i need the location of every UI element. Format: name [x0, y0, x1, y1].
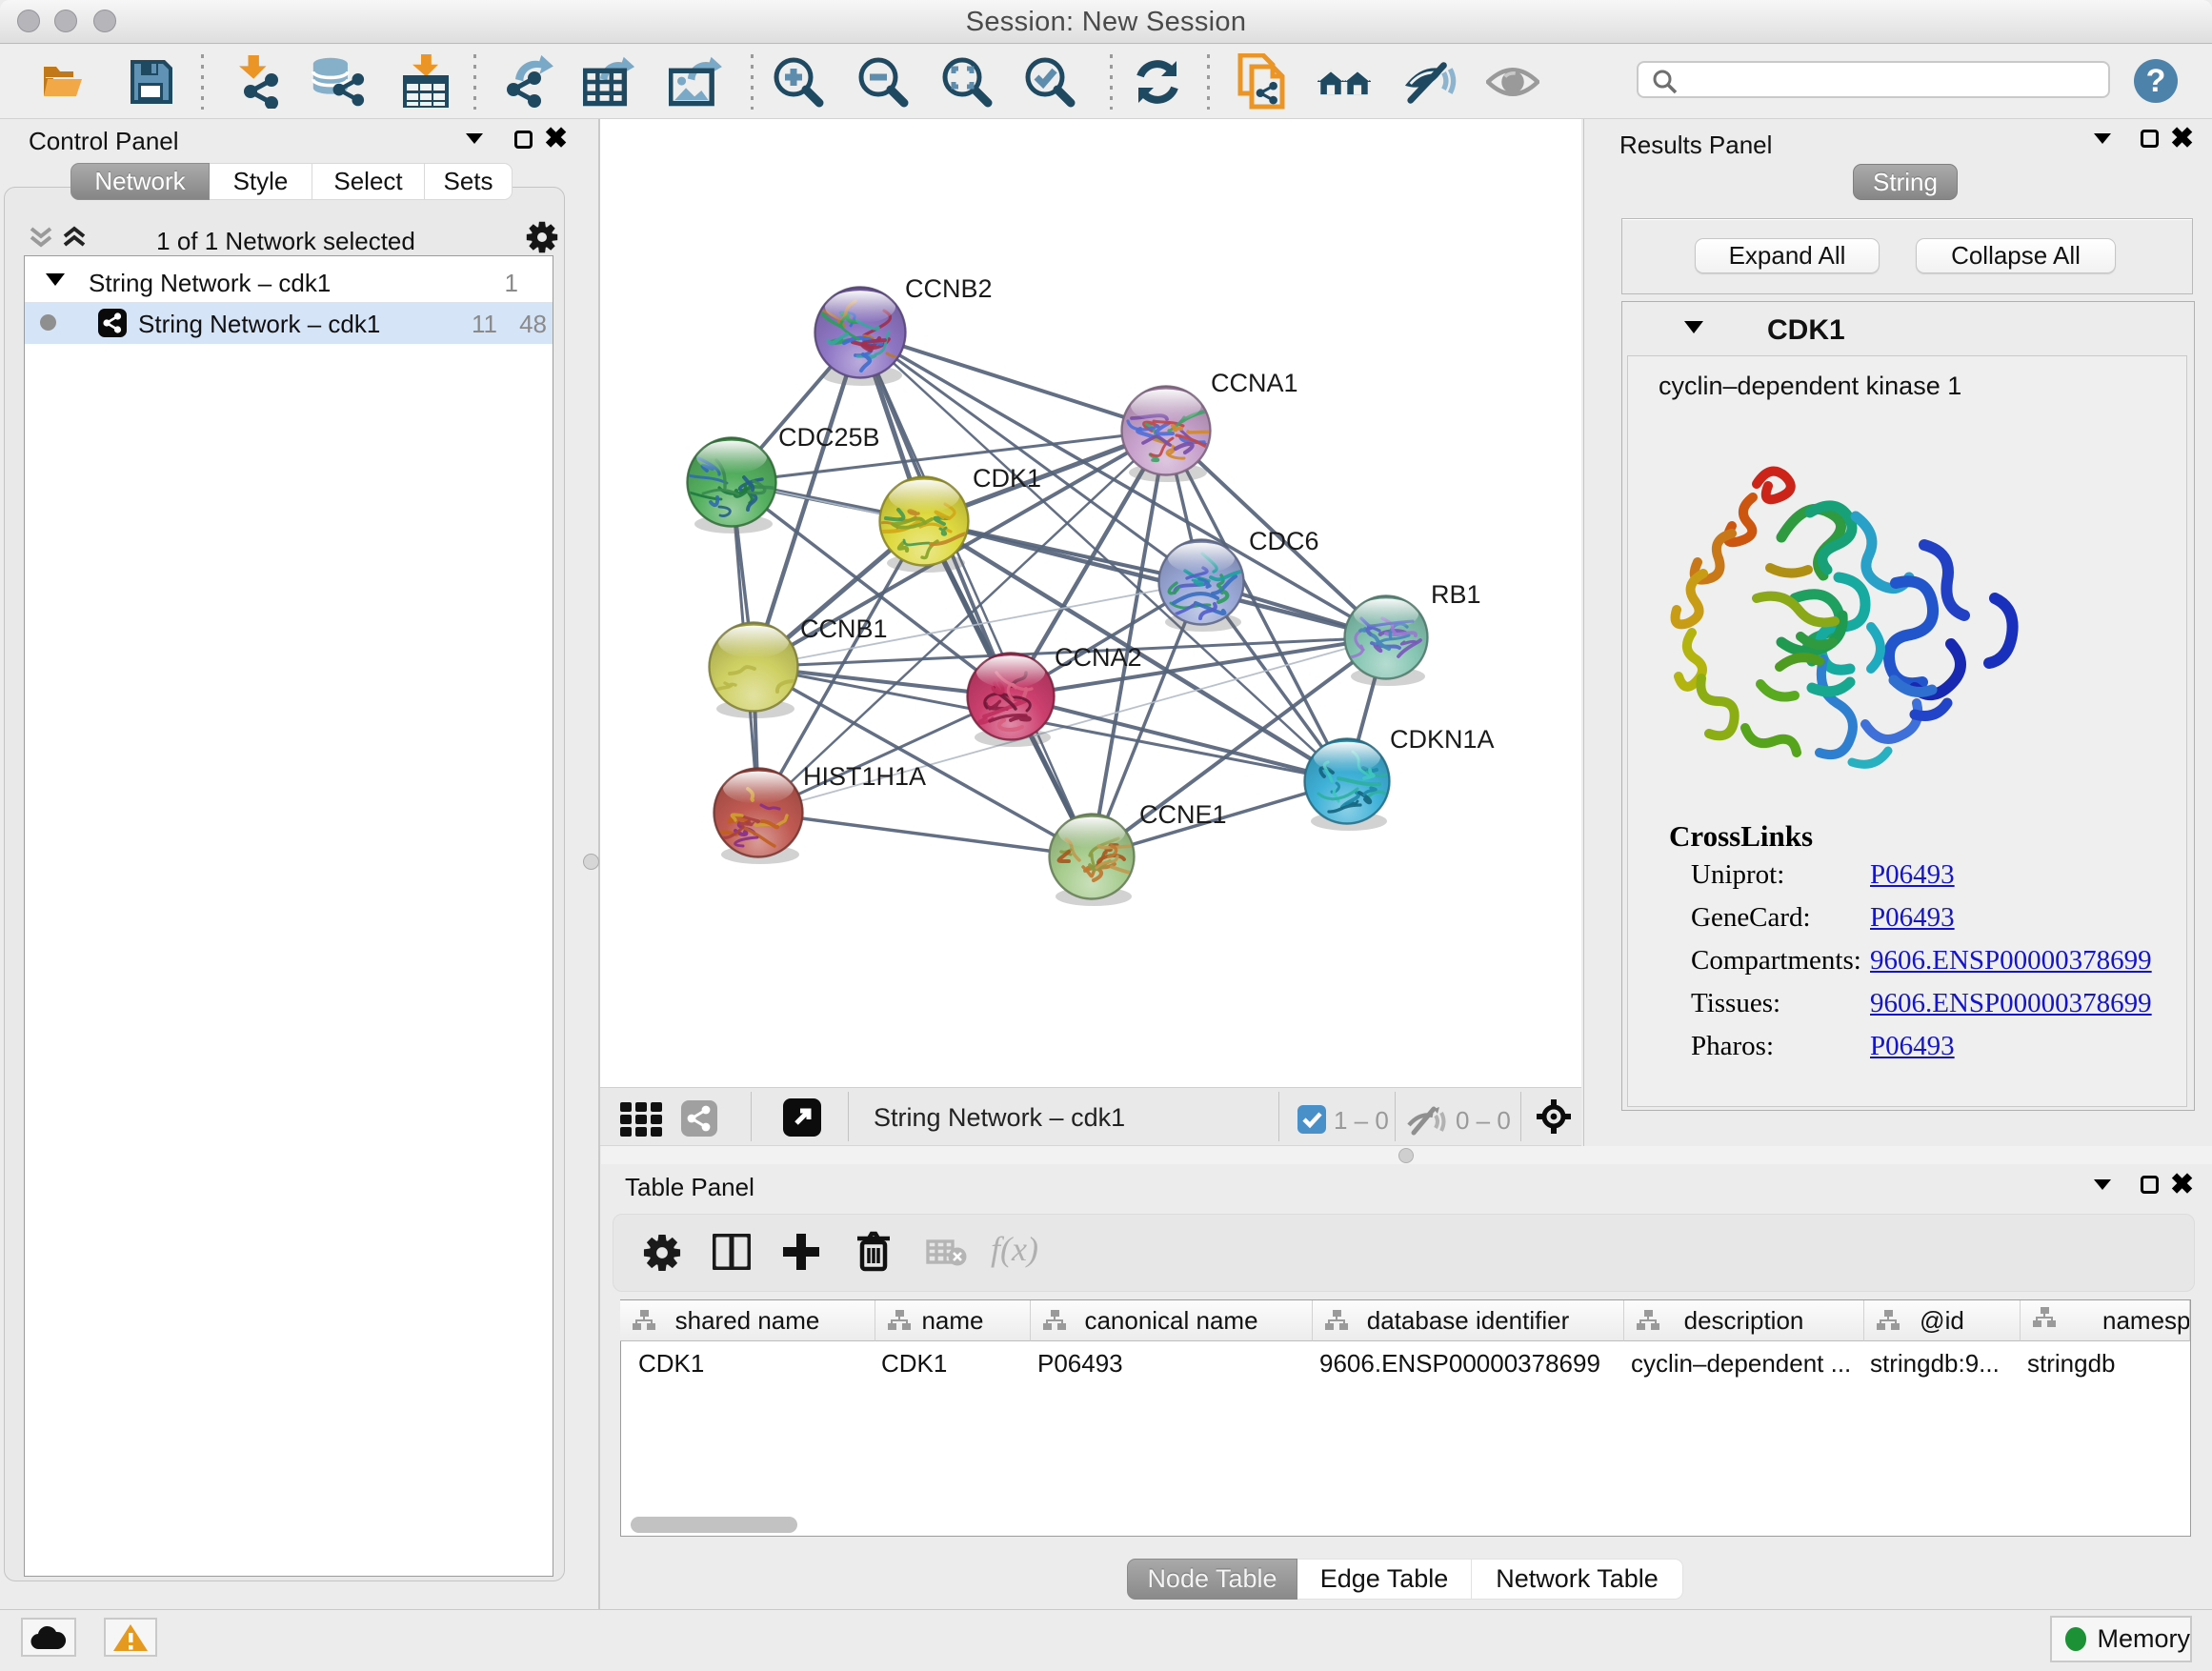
svg-text:CDC25B: CDC25B: [778, 423, 880, 452]
svg-text:?: ?: [2146, 63, 2166, 99]
svg-text:CDC6: CDC6: [1249, 527, 1319, 555]
svg-text:CCNE1: CCNE1: [1139, 800, 1227, 829]
svg-text:CCNA1: CCNA1: [1211, 369, 1298, 397]
svg-text:CDK1: CDK1: [973, 464, 1041, 493]
svg-text:HIST1H1A: HIST1H1A: [803, 762, 926, 791]
svg-text:RB1: RB1: [1431, 580, 1481, 609]
svg-text:CCNA2: CCNA2: [1055, 643, 1142, 672]
svg-text:CDKN1A: CDKN1A: [1390, 725, 1495, 754]
svg-text:CCNB2: CCNB2: [905, 274, 993, 303]
svg-text:CCNB1: CCNB1: [800, 614, 888, 643]
